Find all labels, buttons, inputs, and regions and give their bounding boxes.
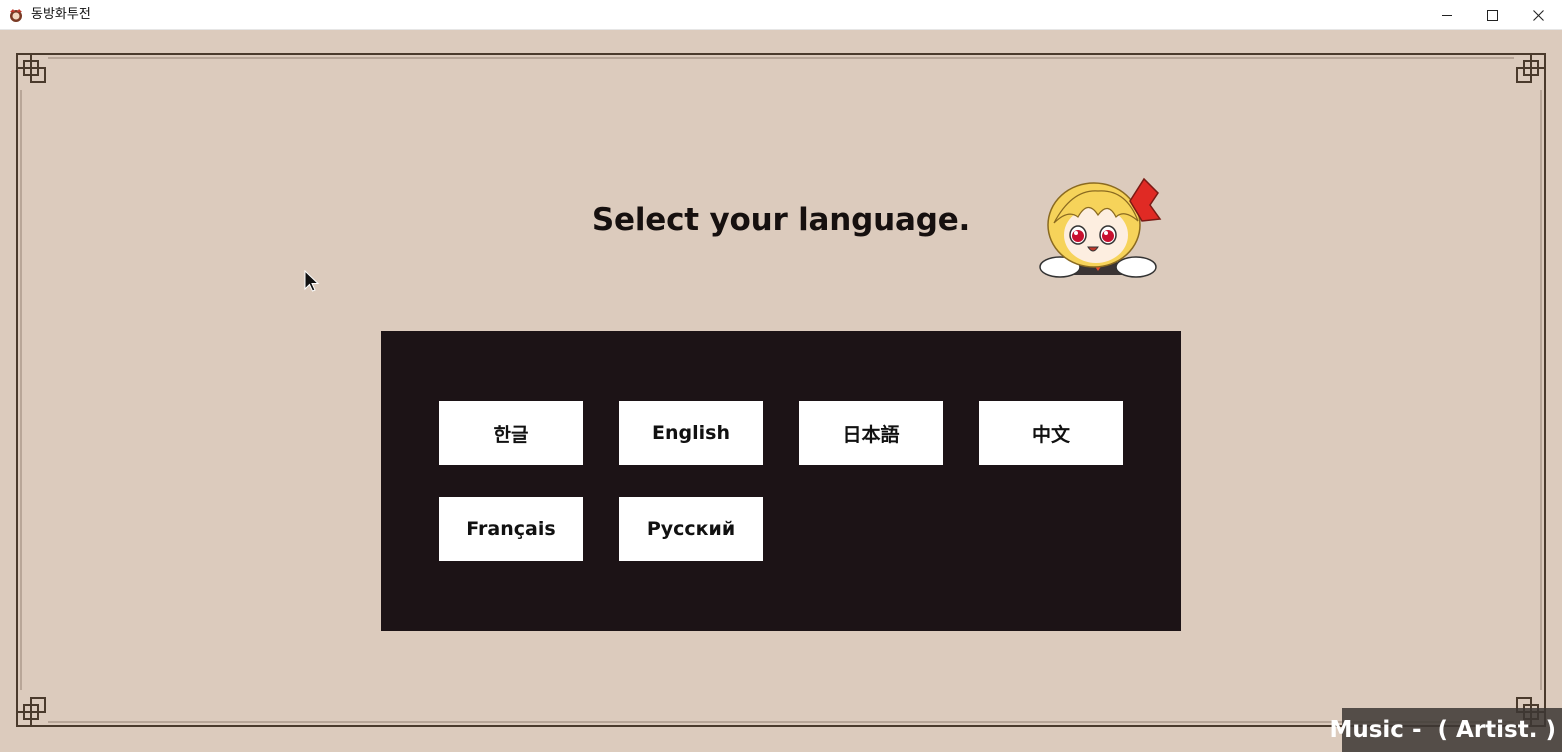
window-title: 동방화투전	[31, 7, 91, 22]
language-button-japanese[interactable]: 日本語	[799, 401, 943, 465]
language-panel: 한글 English 日本語 中文 Français Русский	[381, 331, 1181, 631]
app-window: 동방화투전 Select your language. 한글 English 日…	[0, 0, 1562, 752]
language-select-screen: Select your language. 한글 English 日本語 中文 …	[0, 30, 1562, 752]
minimize-button[interactable]	[1424, 0, 1470, 30]
language-button-korean[interactable]: 한글	[439, 401, 583, 465]
music-label: Music - ( Artist. )	[1329, 717, 1556, 743]
close-button[interactable]	[1515, 0, 1561, 30]
title-bar[interactable]: 동방화투전	[0, 0, 1562, 30]
app-icon	[10, 9, 22, 22]
language-button-russian[interactable]: Русский	[619, 497, 763, 561]
maximize-button[interactable]	[1469, 0, 1515, 30]
chibi-character-icon	[1039, 177, 1162, 278]
page-title: Select your language.	[591, 202, 971, 238]
language-button-english[interactable]: English	[619, 401, 763, 465]
mouse-cursor-icon	[304, 270, 320, 292]
close-icon	[1532, 9, 1544, 21]
music-now-playing: Music - ( Artist. )	[1329, 708, 1562, 752]
language-button-french[interactable]: Français	[439, 497, 583, 561]
language-button-chinese[interactable]: 中文	[979, 401, 1123, 465]
minimize-icon	[1441, 14, 1452, 16]
maximize-icon	[1486, 9, 1498, 21]
